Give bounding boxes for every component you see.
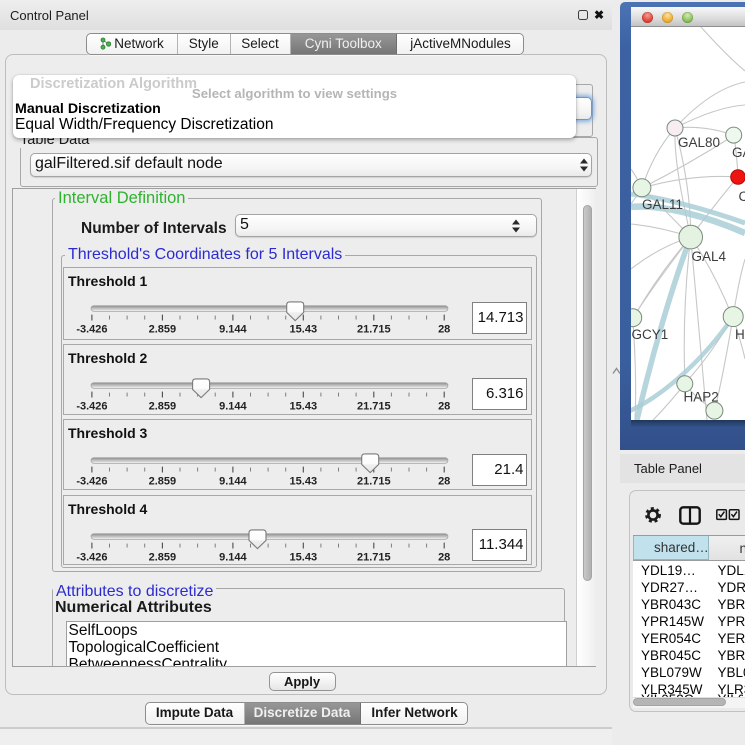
svg-text:2.859: 2.859 bbox=[149, 324, 177, 336]
svg-text:28: 28 bbox=[438, 400, 450, 412]
svg-text:HAP2: HAP2 bbox=[684, 390, 719, 405]
svg-text:GAL4: GAL4 bbox=[692, 249, 727, 264]
svg-text:15.43: 15.43 bbox=[290, 400, 318, 412]
svg-text:GA: GA bbox=[732, 145, 745, 160]
svg-text:21.715: 21.715 bbox=[357, 551, 391, 563]
svg-text:9.144: 9.144 bbox=[219, 476, 247, 488]
svg-text:9.144: 9.144 bbox=[219, 400, 247, 412]
svg-text:9.144: 9.144 bbox=[219, 551, 247, 563]
svg-text:21.715: 21.715 bbox=[357, 324, 391, 336]
svg-text:21.715: 21.715 bbox=[357, 400, 391, 412]
svg-text:C: C bbox=[739, 189, 745, 204]
svg-text:15.43: 15.43 bbox=[290, 324, 318, 336]
svg-text:GCY1: GCY1 bbox=[632, 327, 669, 342]
svg-text:-3.426: -3.426 bbox=[76, 324, 107, 336]
svg-text:HA: HA bbox=[735, 327, 745, 342]
svg-text:9.144: 9.144 bbox=[219, 324, 247, 336]
svg-text:GAL80: GAL80 bbox=[678, 135, 720, 150]
svg-text:21.715: 21.715 bbox=[357, 476, 391, 488]
svg-text:28: 28 bbox=[438, 476, 450, 488]
svg-text:15.43: 15.43 bbox=[290, 476, 318, 488]
svg-text:2.859: 2.859 bbox=[149, 476, 177, 488]
svg-text:GAL11: GAL11 bbox=[642, 197, 683, 212]
svg-text:-3.426: -3.426 bbox=[76, 551, 107, 563]
svg-text:28: 28 bbox=[438, 324, 450, 336]
svg-text:2.859: 2.859 bbox=[149, 551, 177, 563]
svg-text:-3.426: -3.426 bbox=[76, 476, 107, 488]
svg-text:2.859: 2.859 bbox=[149, 400, 177, 412]
svg-text:28: 28 bbox=[438, 551, 450, 563]
svg-text:15.43: 15.43 bbox=[290, 551, 318, 563]
svg-text:-3.426: -3.426 bbox=[76, 400, 107, 412]
